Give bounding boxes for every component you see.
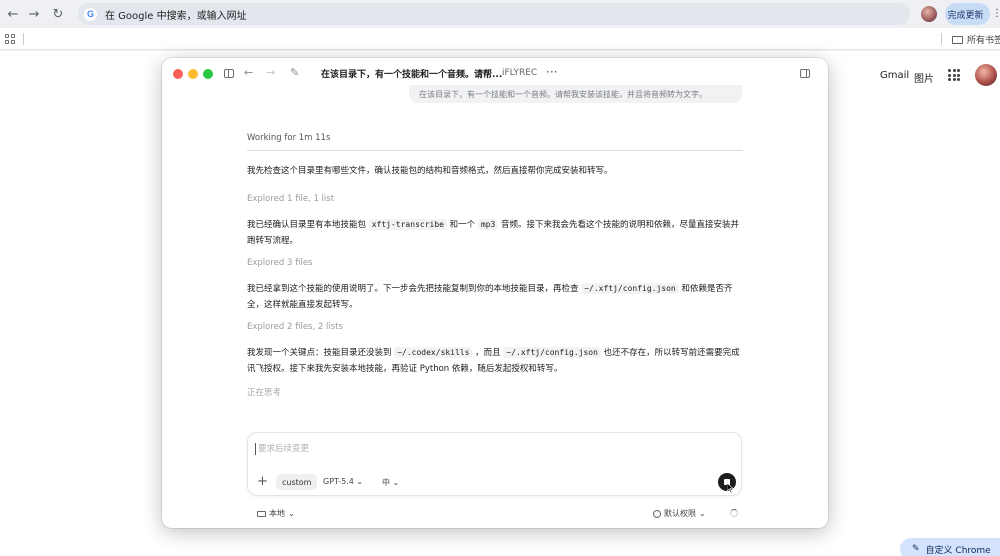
environment-label: 本地 bbox=[269, 509, 285, 518]
laptop-icon bbox=[257, 510, 266, 517]
bookmark-bar: 所有书签 bbox=[0, 28, 1000, 50]
inline-code: ~/.xftj/config.json bbox=[503, 347, 601, 358]
assistant-message: 我已经拿到这个技能的使用说明了。下一步会先把技能复制到你的本地技能目录，再检查 … bbox=[247, 283, 733, 310]
working-status[interactable]: Working for 1m 11s bbox=[247, 133, 743, 143]
environment-selector[interactable]: 本地 ⌄ bbox=[257, 508, 295, 519]
divider bbox=[941, 33, 942, 45]
omnibox-placeholder: 在 Google 中搜索，或输入网址 bbox=[105, 10, 247, 22]
prompt-input[interactable] bbox=[255, 443, 695, 455]
close-window-button[interactable] bbox=[173, 69, 183, 79]
folder-icon bbox=[952, 35, 963, 44]
thinking-indicator: 正在思考 bbox=[247, 388, 282, 398]
divider bbox=[23, 33, 24, 45]
forward-icon[interactable]: → bbox=[21, 1, 47, 27]
google-g-icon: G bbox=[84, 7, 97, 21]
profile-avatar[interactable] bbox=[921, 6, 937, 22]
user-message: 在该目录下，有一个技能和一个音频。请帮我安装该技能，并且将音频转为文字。 bbox=[409, 85, 742, 103]
inline-code: ~/.codex/skills bbox=[394, 347, 473, 358]
apps-grid-icon[interactable] bbox=[5, 34, 15, 44]
permission-label: 默认权限 bbox=[664, 509, 696, 518]
mouse-cursor-icon bbox=[727, 483, 734, 493]
chevron-down-icon: ⌄ bbox=[699, 509, 706, 518]
minimize-window-button[interactable] bbox=[188, 69, 198, 79]
account-avatar[interactable] bbox=[975, 64, 997, 86]
inline-code: ~/.xftj/config.json bbox=[581, 283, 679, 294]
project-name: iFLYREC bbox=[502, 68, 538, 78]
chevron-down-icon: ⌄ bbox=[288, 509, 295, 518]
explored-summary[interactable]: Explored 3 files bbox=[247, 258, 312, 268]
browser-toolbar: ← → ↻ G 在 Google 中搜索，或输入网址 完成更新 ⋮ bbox=[0, 0, 1000, 28]
permission-icon bbox=[653, 509, 661, 518]
forward-arrow-icon[interactable]: → bbox=[266, 67, 275, 79]
bookmarks-folder-label: 所有书签 bbox=[967, 36, 1000, 46]
loading-spinner-icon bbox=[730, 509, 738, 517]
explored-summary[interactable]: Explored 1 file, 1 list bbox=[247, 194, 334, 204]
window-title: 在该目录下，有一个技能和一个音频。请帮... bbox=[321, 70, 503, 80]
inline-code: xftj-transcribe bbox=[368, 219, 447, 230]
back-arrow-icon[interactable]: ← bbox=[244, 67, 253, 79]
reasoning-label: 中 bbox=[382, 478, 390, 487]
images-link[interactable]: 图片 bbox=[914, 70, 934, 85]
model-selector[interactable]: GPT-5.4 ⌄ bbox=[323, 477, 363, 486]
update-button[interactable]: 完成更新 bbox=[945, 3, 990, 25]
panel-toggle-icon[interactable] bbox=[800, 69, 810, 78]
sidebar-toggle-icon[interactable] bbox=[224, 69, 234, 78]
reload-icon[interactable]: ↻ bbox=[45, 1, 71, 27]
new-chat-icon[interactable]: ✎ bbox=[290, 67, 299, 79]
transcript: Working for 1m 11s 我先检查这个目录里有哪些文件，确认技能包的… bbox=[247, 133, 743, 398]
pencil-icon: ✎ bbox=[912, 544, 920, 554]
explored-summary[interactable]: Explored 2 files, 2 lists bbox=[247, 322, 343, 332]
permission-selector[interactable]: 默认权限 ⌄ bbox=[653, 508, 706, 519]
inline-code: mp3 bbox=[477, 219, 499, 230]
assistant-message: 我已经确认目录里有本地技能包 xftj-transcribe 和一个 mp3 音… bbox=[247, 219, 740, 246]
customize-label: 自定义 Chrome bbox=[925, 545, 991, 556]
omnibox[interactable]: G 在 Google 中搜索，或输入网址 bbox=[78, 3, 910, 25]
assistant-message: 我发现一个关键点：技能目录还没装到 ~/.codex/skills ，而且 ~/… bbox=[247, 347, 740, 374]
chevron-down-icon: ⌄ bbox=[356, 477, 364, 486]
customize-chrome-button[interactable]: ✎ 自定义 Chrome bbox=[900, 538, 1000, 556]
more-icon[interactable]: ··· bbox=[546, 65, 557, 79]
custom-chip[interactable]: custom bbox=[276, 474, 318, 490]
app-window: ← → ✎ 在该目录下，有一个技能和一个音频。请帮... iFLYREC ···… bbox=[162, 58, 828, 528]
window-titlebar: ← → ✎ 在该目录下，有一个技能和一个音频。请帮... iFLYREC ··· bbox=[162, 58, 828, 88]
composer: + custom GPT-5.4 ⌄ 中 ⌄ bbox=[247, 432, 742, 496]
model-label: GPT-5.4 bbox=[323, 477, 354, 486]
kebab-menu-icon[interactable]: ⋮ bbox=[992, 8, 1000, 20]
google-apps-icon[interactable] bbox=[948, 69, 960, 81]
reasoning-selector[interactable]: 中 ⌄ bbox=[382, 477, 399, 488]
chevron-down-icon: ⌄ bbox=[392, 478, 400, 487]
assistant-message: 我先检查这个目录里有哪些文件，确认技能包的结构和音频格式，然后直接帮你完成安装和… bbox=[247, 166, 613, 176]
divider bbox=[247, 150, 743, 151]
all-bookmarks-folder[interactable]: 所有书签 bbox=[952, 33, 1000, 46]
zoom-window-button[interactable] bbox=[203, 69, 213, 79]
add-attachment-icon[interactable]: + bbox=[257, 475, 268, 488]
gmail-link[interactable]: Gmail bbox=[880, 70, 909, 81]
